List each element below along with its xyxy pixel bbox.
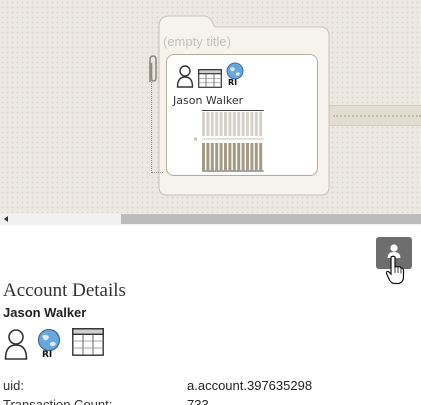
histogram-bar-upper	[254, 112, 258, 136]
details-account-name: Jason Walker	[3, 305, 87, 320]
histogram-bar-upper	[237, 112, 241, 136]
account-card[interactable]: RI Jason Walker	[166, 54, 318, 176]
histogram-bar-lower	[254, 143, 258, 170]
histogram-bar-lower	[232, 143, 236, 170]
horizontal-scrollbar[interactable]	[0, 213, 421, 225]
histogram-bar-lower	[237, 143, 241, 170]
globe-ri-icon: RI	[226, 62, 244, 88]
ri-badge: RI	[42, 350, 53, 360]
table-icon	[72, 328, 104, 356]
property-key: uid:	[3, 378, 24, 393]
histogram-bar-lower	[241, 143, 245, 170]
details-title: Account Details	[3, 280, 126, 301]
histogram-bar-upper	[228, 112, 232, 136]
table-icon	[198, 69, 222, 88]
property-value: 733	[187, 397, 209, 405]
histogram-marker	[194, 137, 198, 141]
histogram-bar-upper	[224, 112, 227, 136]
ri-badge: RI	[228, 78, 238, 87]
histogram-bar-lower	[202, 143, 205, 170]
property-value: a.account.397635298	[187, 378, 313, 393]
hand-cursor-icon	[385, 255, 405, 285]
histogram-bar-lower	[250, 143, 254, 170]
histogram-bar-upper	[206, 112, 210, 136]
histogram-bar-upper	[241, 112, 245, 136]
histogram-bar-upper	[215, 112, 219, 136]
histogram-bar-upper	[210, 112, 214, 136]
histogram-bar-lower	[228, 143, 232, 170]
histogram-bar-lower	[206, 143, 210, 170]
histogram-bar-lower	[215, 143, 219, 170]
histogram-bar-upper	[232, 112, 236, 136]
details-icon-row: RI	[4, 328, 104, 362]
person-icon	[4, 329, 28, 360]
property-key: Transaction Count:	[3, 397, 113, 405]
histogram-bar-upper	[202, 112, 205, 136]
histogram-bar-lower	[219, 143, 223, 170]
histogram-bar-lower	[259, 143, 263, 170]
person-icon	[176, 65, 194, 88]
scrollbar-thumb[interactable]	[121, 214, 421, 224]
histogram-bar-lower	[210, 143, 214, 170]
histogram-bar-upper	[250, 112, 254, 136]
card-icon-row: RI	[176, 62, 244, 88]
link-connector[interactable]	[327, 105, 421, 126]
scroll-left-arrow-icon[interactable]	[4, 216, 8, 222]
folder-title[interactable]: (empty title)	[163, 34, 231, 49]
activity-histogram	[194, 110, 264, 172]
histogram-bar-lower	[224, 143, 227, 170]
folder-guide-line	[151, 75, 163, 173]
graph-canvas[interactable]: (empty title) RI Jason Walker	[0, 0, 421, 213]
histogram-bar-lower	[246, 143, 249, 170]
histogram-bar-upper	[219, 112, 223, 136]
histogram-bar-upper	[246, 112, 249, 136]
paperclip-icon	[149, 55, 157, 82]
globe-ri-icon: RI	[37, 328, 63, 362]
histogram-bar-upper	[259, 112, 263, 136]
card-account-name: Jason Walker	[173, 94, 244, 107]
